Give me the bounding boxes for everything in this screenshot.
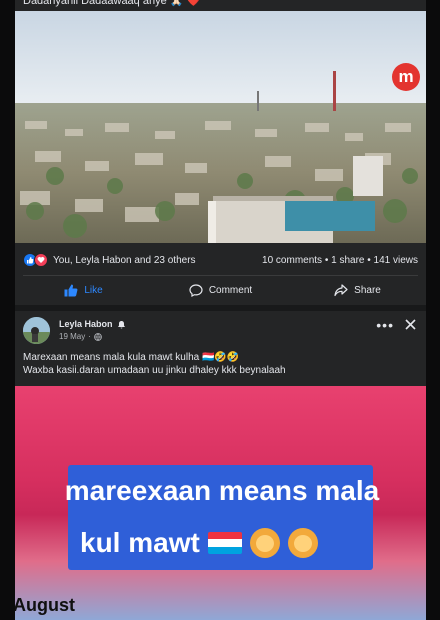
comment-button[interactable]: Comment — [152, 283, 289, 297]
banner-text-line-1: mareexaan means mala — [64, 475, 380, 506]
share-label: Share — [354, 284, 381, 296]
post-caption: Dadanyarlii Dadaawaaq ahye 🙏🏻 ❤️ — [23, 0, 201, 7]
luxembourg-flag-icon — [207, 532, 242, 554]
post-meta: 19 May · — [59, 332, 102, 341]
banner-text-line-2: kul mawt — [80, 527, 318, 559]
left-gutter — [0, 0, 15, 620]
more-icon[interactable]: ••• — [376, 317, 394, 333]
channel-logo: m — [392, 63, 420, 91]
post-date[interactable]: 19 May — [59, 332, 85, 341]
reactors-text[interactable]: You, Leyla Habon and 23 others — [53, 255, 196, 266]
post-stats[interactable]: 10 comments • 1 share • 141 views — [262, 255, 418, 266]
avatar[interactable] — [23, 317, 50, 344]
share-button[interactable]: Share — [289, 283, 426, 297]
overlay-text: August — [15, 595, 75, 615]
love-reaction-icon — [34, 253, 48, 267]
author-name[interactable]: Leyla Habon — [59, 319, 126, 329]
comment-icon — [189, 283, 203, 297]
bell-icon — [117, 320, 125, 328]
share-icon — [334, 283, 348, 296]
feed: Dadanyarlii Dadaawaaq ahye 🙏🏻 ❤️ m You, … — [15, 0, 426, 620]
comment-label: Comment — [208, 284, 253, 296]
like-label: Like — [84, 284, 103, 296]
post-caption-line-1: Marexaan means mala kula mawt kulha 🇱🇺🤣🤣 — [23, 352, 240, 363]
banner-text: kul mawt — [80, 527, 200, 558]
post-video[interactable]: m — [15, 11, 426, 243]
thumbs-up-icon — [64, 284, 78, 296]
post-actions: Like Comment Share — [15, 276, 426, 304]
lion-emoji-icon — [287, 528, 318, 558]
lion-emoji-icon — [249, 528, 280, 558]
author-label: Leyla Habon — [59, 319, 113, 329]
globe-icon — [94, 332, 102, 341]
post-caption-line-2: Waxba kasii.daran umadaan uu jinku dhale… — [23, 365, 286, 376]
close-icon[interactable] — [405, 319, 416, 330]
like-button[interactable]: Like — [15, 284, 152, 297]
post: Leyla Habon 19 May · ••• Marexaan means … — [15, 311, 426, 620]
right-gutter — [426, 0, 440, 620]
aerial-city-image — [15, 11, 426, 243]
post-video[interactable]: mareexaan means mala kul mawt August — [15, 386, 426, 620]
meta-separator: · — [88, 332, 91, 341]
reactions-summary[interactable]: You, Leyla Habon and 23 others 10 commen… — [15, 245, 426, 275]
